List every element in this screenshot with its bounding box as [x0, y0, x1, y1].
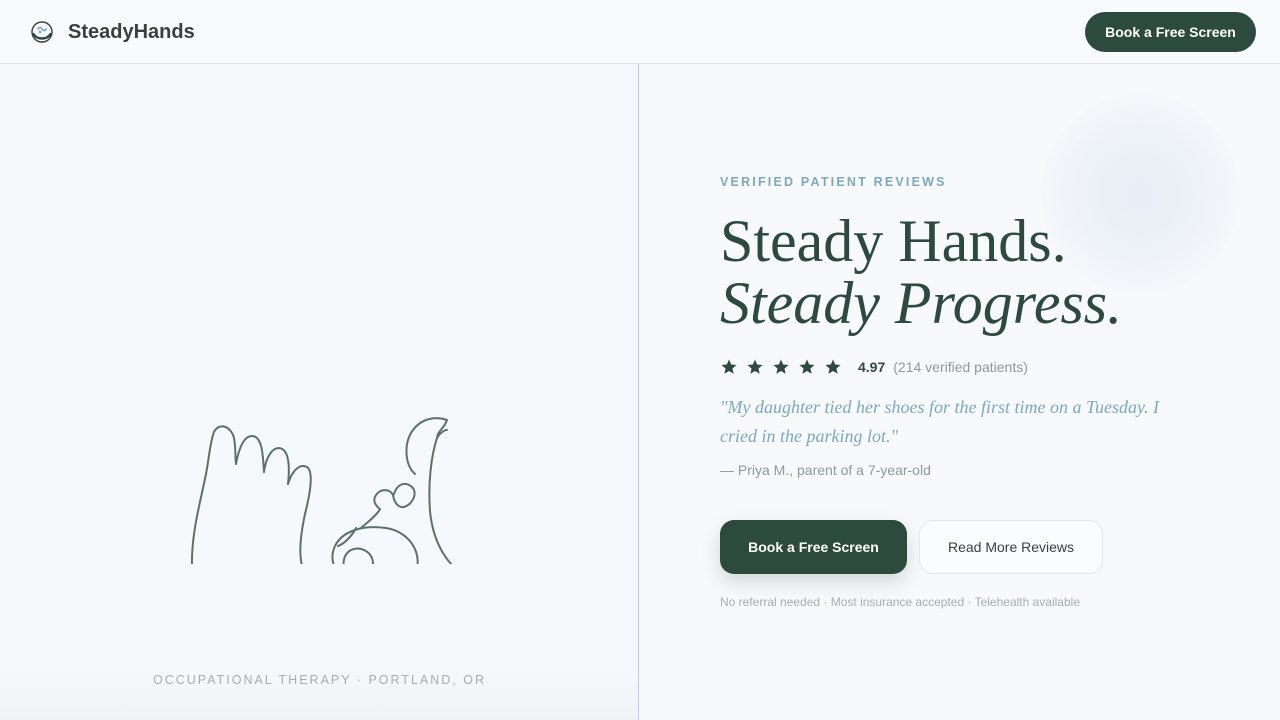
testimonial-quote: "My daughter tied her shoes for the firs…	[720, 397, 1160, 446]
site-header: SteadyHands Book a Free Screen	[0, 0, 1280, 64]
hands-circle-icon	[31, 21, 53, 43]
rating-summary: 4.97 (214 verified patients)	[720, 358, 1028, 376]
book-screen-button[interactable]: Book a Free Screen	[720, 520, 907, 574]
rating-score: 4.97	[858, 359, 886, 375]
star-icon	[799, 359, 815, 374]
brand-name: SteadyHands	[68, 21, 195, 43]
brand[interactable]: SteadyHands	[30, 20, 195, 44]
rating-count: (214 verified patients)	[893, 359, 1028, 375]
star-rating	[720, 358, 850, 376]
star-icon	[773, 359, 789, 374]
star-icon	[721, 359, 737, 374]
read-reviews-button[interactable]: Read More Reviews	[919, 520, 1103, 574]
hero-headline: Steady Hands. Steady Progress.	[720, 210, 1240, 334]
header-book-screen-button[interactable]: Book a Free Screen	[1085, 12, 1256, 52]
headline-line-2: Steady Progress.	[720, 270, 1123, 336]
hand-line-drawing-icon	[190, 417, 453, 564]
eyebrow-label: VERIFIED PATIENT REVIEWS	[720, 175, 947, 189]
hero-panel: VERIFIED PATIENT REVIEWS Steady Hands. S…	[640, 64, 1280, 720]
illustration-panel: OCCUPATIONAL THERAPY · PORTLAND, OR	[0, 64, 639, 720]
fineprint: No referral needed · Most insurance acce…	[720, 595, 1080, 609]
location-tagline: OCCUPATIONAL THERAPY · PORTLAND, OR	[152, 673, 486, 687]
star-icon	[825, 359, 841, 374]
headline-line-1: Steady Hands.	[720, 208, 1067, 274]
testimonial-attribution: — Priya M., parent of a 7-year-old	[720, 462, 931, 478]
star-icon	[747, 359, 763, 374]
